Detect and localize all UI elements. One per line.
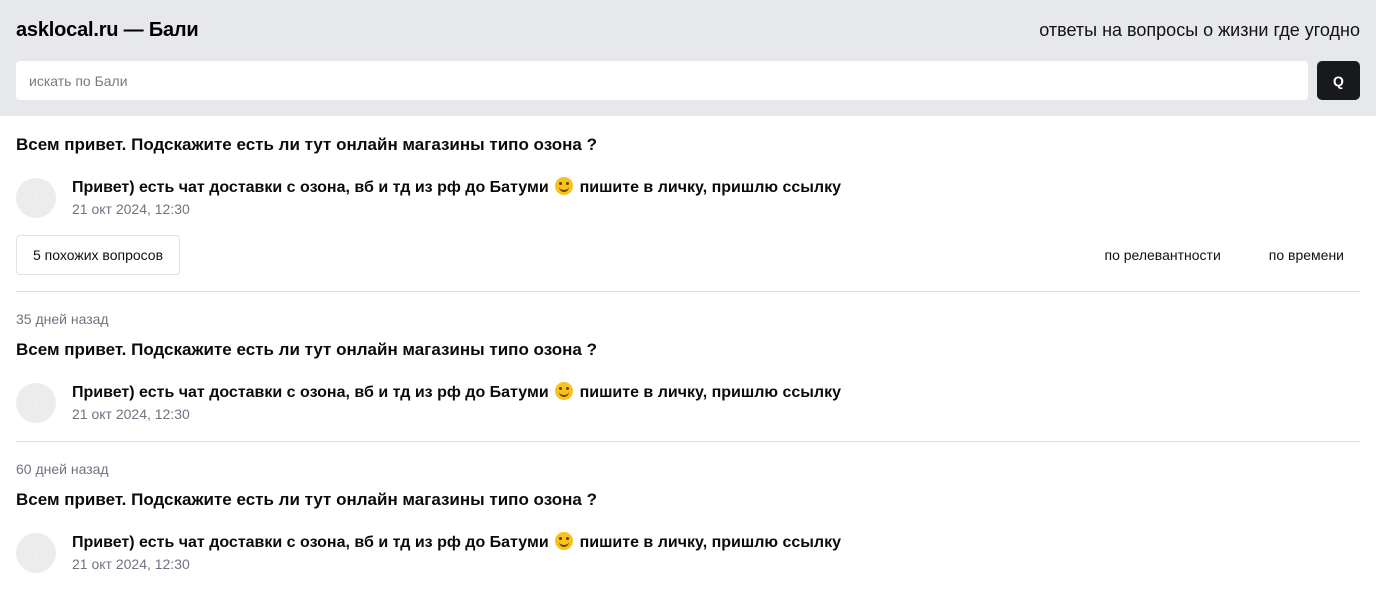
list-item: 60 дней назад Всем привет. Подскажите ес…	[16, 442, 1360, 573]
answer-text: Привет) есть чат доставки с озона, вб и …	[72, 532, 841, 553]
answer: Привет) есть чат доставки с озона, вб и …	[16, 382, 1360, 423]
main-question: Всем привет. Подскажите есть ли тут онла…	[16, 116, 1360, 218]
answer-date: 21 окт 2024, 12:30	[72, 201, 190, 217]
site-title[interactable]: asklocal.ru — Бали	[16, 19, 199, 42]
question-title[interactable]: Всем привет. Подскажите есть ли тут онла…	[16, 135, 1360, 155]
avatar	[16, 383, 56, 423]
answer-date: 21 окт 2024, 12:30	[72, 556, 190, 572]
smiling-face-icon	[555, 382, 574, 400]
avatar	[16, 178, 56, 218]
answer-text: Привет) есть чат доставки с озона, вб и …	[72, 177, 841, 198]
sort-by-relevance-button[interactable]: по релевантности	[1088, 247, 1236, 263]
answer-text-start: Привет) есть чат доставки с озона, вб и …	[72, 384, 549, 401]
answer: Привет) есть чат доставки с озона, вб и …	[16, 532, 1360, 573]
answer: Привет) есть чат доставки с озона, вб и …	[16, 177, 1360, 218]
sort-options: по релевантности по времени	[1088, 247, 1360, 263]
question-age: 35 дней назад	[16, 311, 109, 327]
main-content: Всем привет. Подскажите есть ли тут онла…	[0, 116, 1376, 573]
answer-body: Привет) есть чат доставки с озона, вб и …	[72, 382, 841, 422]
site-header: asklocal.ru — Бали ответы на вопросы о ж…	[0, 0, 1376, 116]
search-input[interactable]	[16, 61, 1308, 100]
answer-body: Привет) есть чат доставки с озона, вб и …	[72, 177, 841, 217]
question-title[interactable]: Всем привет. Подскажите есть ли тут онла…	[16, 340, 1360, 360]
answer-text-end: пишите в личку, пришлю ссылку	[579, 384, 841, 401]
search-button[interactable]: Q	[1317, 61, 1360, 100]
answer-text-start: Привет) есть чат доставки с озона, вб и …	[72, 534, 549, 551]
smiling-face-icon	[555, 177, 574, 195]
answer-body: Привет) есть чат доставки с озона, вб и …	[72, 532, 841, 572]
sort-by-time-button[interactable]: по времени	[1253, 247, 1360, 263]
answer-text-end: пишите в личку, пришлю ссылку	[579, 534, 841, 551]
smiling-face-icon	[555, 532, 574, 550]
question-title[interactable]: Всем привет. Подскажите есть ли тут онла…	[16, 490, 1360, 510]
answer-text-start: Привет) есть чат доставки с озона, вб и …	[72, 179, 549, 196]
list-item: 35 дней назад Всем привет. Подскажите ес…	[16, 292, 1360, 423]
site-tagline: ответы на вопросы о жизни где угодно	[1039, 20, 1360, 40]
results-toolbar: 5 похожих вопросов по релевантности по в…	[16, 235, 1360, 275]
answer-text: Привет) есть чат доставки с озона, вб и …	[72, 382, 841, 403]
question-age: 60 дней назад	[16, 461, 109, 477]
similar-questions-button[interactable]: 5 похожих вопросов	[16, 235, 181, 275]
answer-date: 21 окт 2024, 12:30	[72, 406, 190, 422]
answer-text-end: пишите в личку, пришлю ссылку	[579, 179, 841, 196]
avatar	[16, 533, 56, 573]
